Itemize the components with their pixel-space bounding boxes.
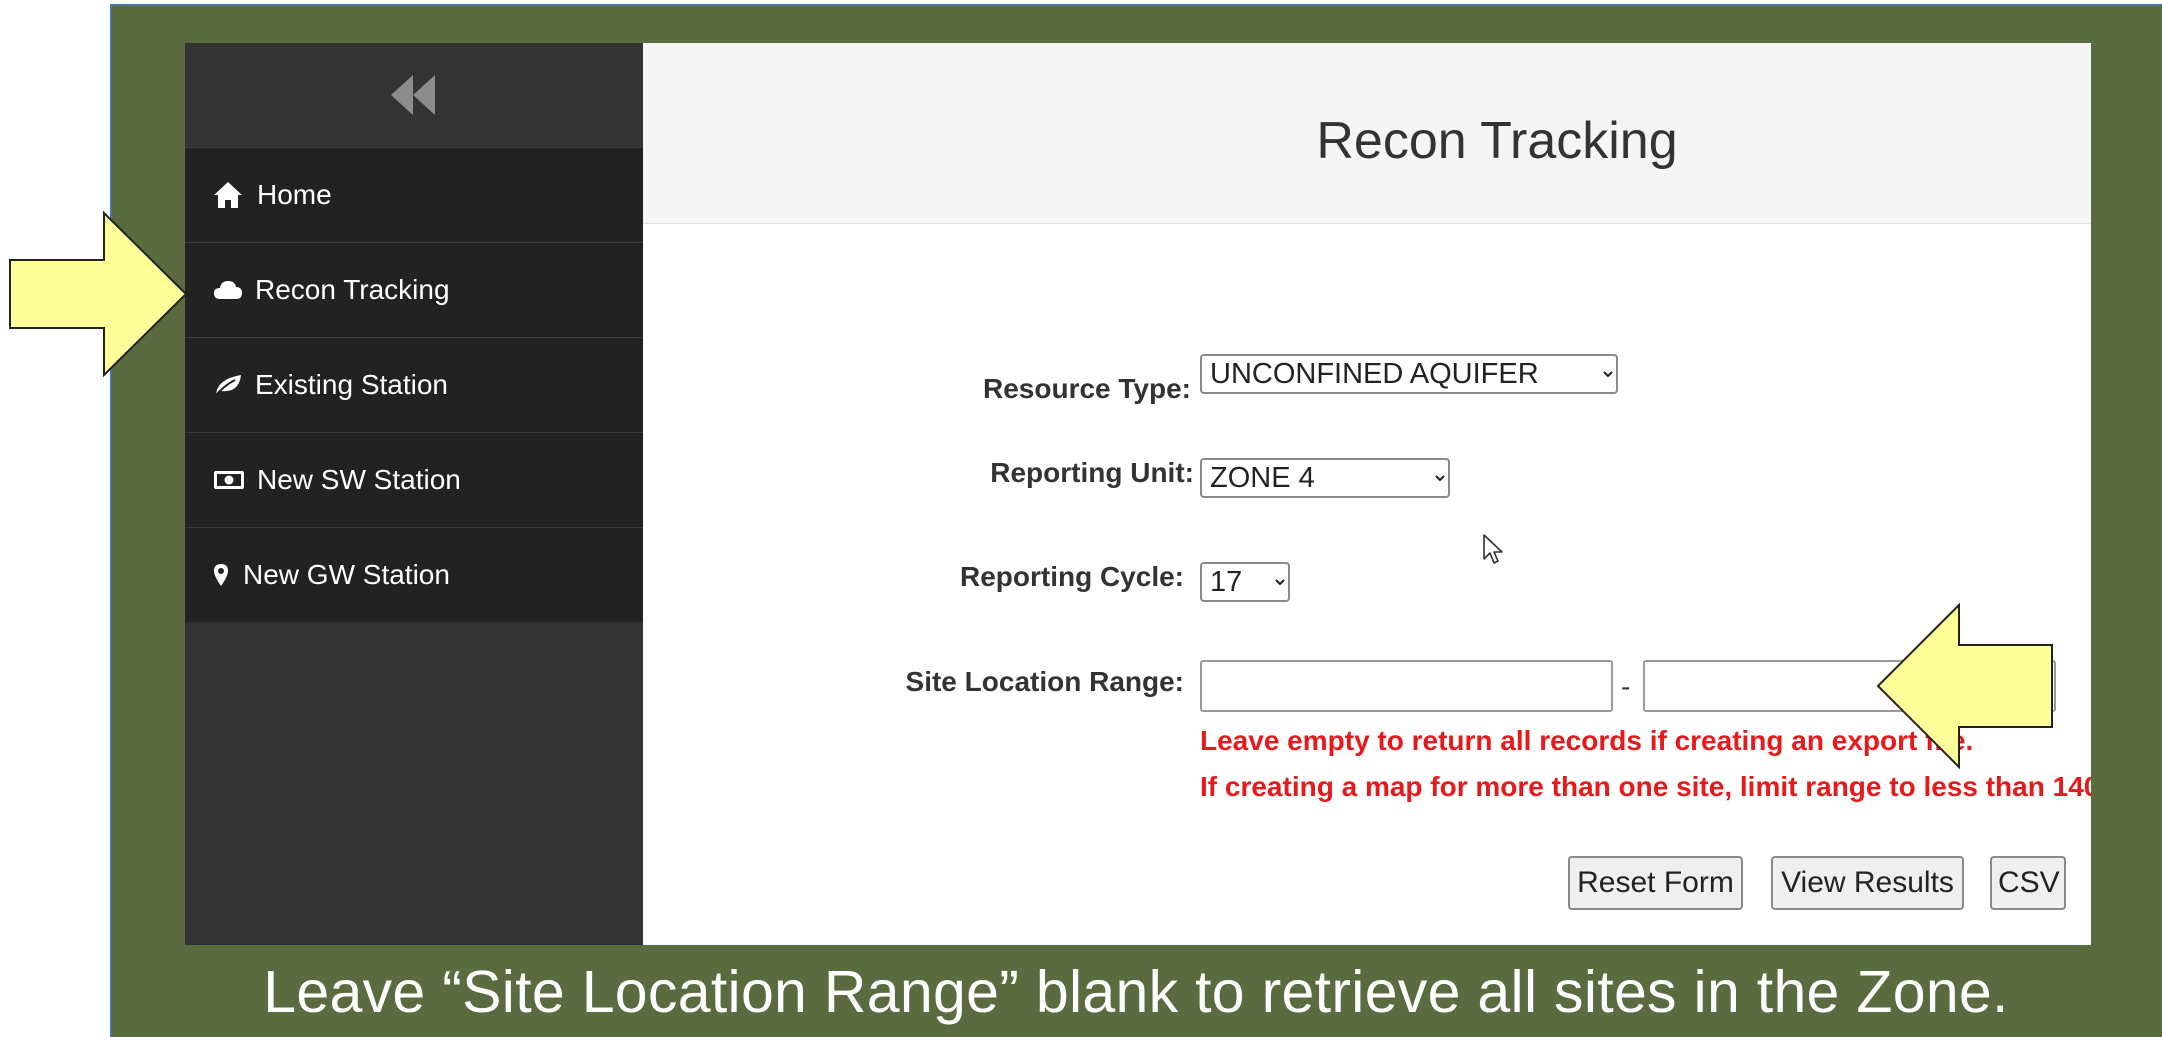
home-icon (213, 181, 249, 209)
export-hint-text: Leave empty to return all records if cre… (1200, 725, 1974, 756)
view-results-button[interactable]: View Results (1771, 856, 1964, 910)
site-location-range-from-input[interactable] (1200, 660, 1613, 712)
page-header: Recon Tracking (643, 43, 2091, 224)
sidebar-item-new-sw-station[interactable]: New SW Station (185, 432, 643, 527)
resource-type-select[interactable]: UNCONFINED AQUIFER (1200, 354, 1618, 394)
resource-type-label: Resource Type: (983, 373, 1191, 404)
site-location-range-label: Site Location Range: (905, 666, 1184, 697)
money-bill-icon (213, 470, 249, 490)
callout-arrow-right-icon (9, 210, 188, 378)
range-separator: - (1621, 671, 1631, 702)
slide-caption: Leave “Site Location Range” blank to ret… (263, 959, 2009, 1025)
collapse-sidebar-button[interactable] (185, 43, 643, 147)
sidebar-item-label: Recon Tracking (255, 274, 450, 305)
sidebar: Home Recon Tracking Existing Station New… (185, 43, 643, 945)
mouse-cursor-icon (1483, 534, 1503, 564)
map-limit-hint-text: If creating a map for more than one site… (1200, 771, 2091, 802)
app-window: Home Recon Tracking Existing Station New… (185, 43, 2091, 945)
sidebar-item-label: New SW Station (257, 464, 461, 495)
sidebar-item-label: Home (257, 179, 332, 210)
callout-arrow-left-icon (1876, 603, 2053, 769)
reporting-cycle-select[interactable]: 17 (1200, 562, 1290, 602)
sidebar-item-new-gw-station[interactable]: New GW Station (185, 527, 643, 622)
double-chevron-left-icon (391, 75, 435, 115)
sidebar-item-recon-tracking[interactable]: Recon Tracking (185, 242, 643, 337)
sidebar-item-home[interactable]: Home (185, 147, 643, 242)
reset-form-button[interactable]: Reset Form (1568, 856, 1743, 910)
reporting-unit-label: Reporting Unit: (990, 457, 1194, 488)
csv-button[interactable]: CSV (1990, 856, 2066, 910)
sidebar-item-existing-station[interactable]: Existing Station (185, 337, 643, 432)
cloud-icon (213, 280, 243, 300)
page-title: Recon Tracking (1316, 112, 1678, 170)
sidebar-item-label: Existing Station (255, 369, 448, 400)
map-marker-icon (213, 563, 235, 587)
main-content: Recon Tracking Resource Type: UNCONFINED… (643, 43, 2091, 945)
reporting-unit-select[interactable]: ZONE 4 (1200, 458, 1450, 498)
sidebar-item-label: New GW Station (243, 559, 450, 590)
leaf-icon (213, 373, 243, 397)
reporting-cycle-label: Reporting Cycle: (959, 561, 1184, 592)
